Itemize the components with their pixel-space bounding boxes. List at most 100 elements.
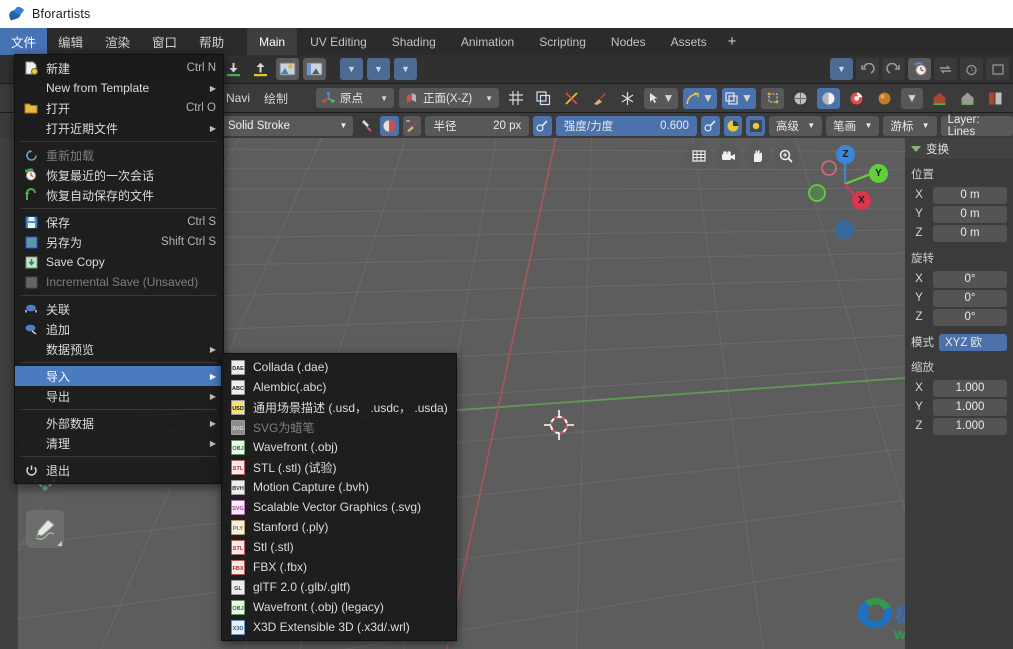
tab-uv-editing[interactable]: UV Editing bbox=[298, 28, 379, 55]
import-item-stl[interactable]: STL Stl (.stl) bbox=[222, 537, 456, 557]
view-axis-dropdown[interactable]: 正面(X-Z) ▼ bbox=[399, 88, 499, 108]
import-item-usd[interactable]: USD 通用场景描述 (.usd， .usdc， .usda) bbox=[222, 397, 456, 417]
import-submenu[interactable]: DAE Collada (.dae) ABC Alembic(.abc) USD… bbox=[221, 353, 457, 641]
grid-view-icon[interactable] bbox=[686, 143, 712, 169]
scale-row-z[interactable]: Z 1.000 bbox=[905, 417, 1007, 435]
brush-color-icon[interactable] bbox=[380, 115, 399, 136]
axis-ball-y[interactable]: Y bbox=[869, 164, 888, 183]
cursor-select-dropdown[interactable]: ▼ bbox=[644, 87, 678, 109]
file-dropdown-menu[interactable]: 新建 Ctrl N New from Template ▶ 打开 Ctrl O … bbox=[14, 54, 224, 484]
advanced-dropdown[interactable]: 高级 ▼ bbox=[768, 115, 823, 136]
brush-icon[interactable] bbox=[588, 88, 611, 109]
menu-item-save-copy[interactable]: Save Copy bbox=[15, 252, 223, 272]
import-item-fbx[interactable]: FBX FBX (.fbx) bbox=[222, 557, 456, 577]
brush-select[interactable]: Solid Stroke ▼ bbox=[222, 115, 354, 136]
import-item-gltf[interactable]: GL glTF 2.0 (.glb/.gltf) bbox=[222, 577, 456, 597]
brush-blend-icon[interactable] bbox=[402, 115, 422, 136]
axis-ball-z[interactable]: Z bbox=[836, 145, 855, 164]
menu-edit[interactable]: 编辑 bbox=[47, 28, 94, 55]
scale-x-value[interactable]: 1.000 bbox=[933, 379, 1007, 397]
import-item-wavefront-obj[interactable]: OBJ Wavefront (.obj) bbox=[222, 437, 456, 457]
curve-stroke-dropdown[interactable]: ▼ bbox=[683, 87, 717, 109]
more-options-icon[interactable] bbox=[986, 58, 1009, 80]
radius-pressure-icon[interactable] bbox=[533, 115, 552, 136]
shading-dropdown-icon[interactable]: ▼ bbox=[901, 87, 923, 109]
menu-item-recover-autosave[interactable]: 恢复自动保存的文件 bbox=[15, 185, 223, 205]
grid-snap-icon[interactable] bbox=[504, 88, 527, 109]
shading-rendered-icon[interactable] bbox=[873, 88, 896, 109]
axis-ball-x[interactable]: X bbox=[852, 191, 871, 210]
location-row-y[interactable]: Y 0 m bbox=[905, 205, 1007, 223]
rotation-row-x[interactable]: X 0° bbox=[905, 270, 1007, 288]
location-row-x[interactable]: X 0 m bbox=[905, 186, 1007, 204]
snowflake-icon[interactable] bbox=[616, 88, 639, 109]
rotation-x-value[interactable]: 0° bbox=[933, 270, 1007, 288]
repeat-last-icon[interactable] bbox=[934, 58, 957, 80]
brush-strength-field[interactable]: 强度/力度 0.600 bbox=[555, 115, 697, 136]
tab-nodes[interactable]: Nodes bbox=[599, 28, 658, 55]
viewport-menu-navi[interactable]: Navi bbox=[222, 91, 254, 105]
import-item-svg[interactable]: SVG Scalable Vector Graphics (.svg) bbox=[222, 497, 456, 517]
viewport-menu-draw[interactable]: 绘制 bbox=[260, 90, 292, 107]
xray-icon[interactable] bbox=[560, 88, 583, 109]
import-item-alembic[interactable]: ABC Alembic(.abc) bbox=[222, 377, 456, 397]
menu-item-new-from-template[interactable]: New from Template ▶ bbox=[15, 78, 223, 98]
dropdown-right-icon[interactable]: ▼ bbox=[830, 58, 853, 80]
menu-item-save-as[interactable]: 另存为 Shift Ctrl S bbox=[15, 232, 223, 252]
rotation-y-value[interactable]: 0° bbox=[933, 289, 1007, 307]
scale-y-value[interactable]: 1.000 bbox=[933, 398, 1007, 416]
axis-gizmo[interactable]: Z Y X bbox=[795, 138, 888, 239]
occlusion-icon[interactable] bbox=[746, 115, 765, 136]
menu-item-external-data[interactable]: 外部数据 ▶ bbox=[15, 413, 223, 433]
location-x-value[interactable]: 0 m bbox=[933, 186, 1007, 204]
layer-field[interactable]: Layer: Lines bbox=[940, 114, 1013, 138]
dropdown-3-icon[interactable]: ▼ bbox=[394, 58, 417, 80]
export-icon[interactable] bbox=[249, 58, 272, 80]
menu-item-append[interactable]: 追加 bbox=[15, 319, 223, 339]
rotation-mode-row[interactable]: 模式 XYZ 欧 bbox=[905, 333, 1007, 351]
render-animation-icon[interactable] bbox=[303, 58, 326, 80]
menu-item-recover-session[interactable]: 恢复最近的一次会话 bbox=[15, 165, 223, 185]
pivot-dropdown[interactable]: 原点 ▼ bbox=[316, 88, 394, 108]
draw-pencil-tool-icon[interactable] bbox=[26, 510, 64, 548]
overlay-copies-dropdown[interactable]: ▼ bbox=[722, 87, 756, 109]
location-z-value[interactable]: 0 m bbox=[933, 224, 1007, 242]
menu-item-clean-up[interactable]: 清理 ▶ bbox=[15, 433, 223, 453]
shading-solid-icon[interactable] bbox=[817, 87, 840, 109]
location-row-z[interactable]: Z 0 m bbox=[905, 224, 1007, 242]
scale-row-x[interactable]: X 1.000 bbox=[905, 379, 1007, 397]
rotation-mode-value[interactable]: XYZ 欧 bbox=[939, 333, 1007, 351]
shading-material-icon[interactable] bbox=[845, 88, 868, 109]
render-image-icon[interactable] bbox=[276, 58, 299, 80]
tab-scripting[interactable]: Scripting bbox=[527, 28, 598, 55]
tab-shading[interactable]: Shading bbox=[380, 28, 448, 55]
location-y-value[interactable]: 0 m bbox=[933, 205, 1007, 223]
import-item-stanford-ply[interactable]: PLY Stanford (.ply) bbox=[222, 517, 456, 537]
menu-file[interactable]: 文件 bbox=[0, 28, 48, 55]
scale-z-value[interactable]: 1.000 bbox=[933, 417, 1007, 435]
menu-item-new[interactable]: 新建 Ctrl N bbox=[15, 58, 223, 78]
menu-item-open[interactable]: 打开 Ctrl O bbox=[15, 98, 223, 118]
import-item-collada[interactable]: DAE Collada (.dae) bbox=[222, 357, 456, 377]
shading-wireframe-icon[interactable] bbox=[789, 88, 812, 109]
tab-main[interactable]: Main bbox=[247, 28, 298, 55]
scale-row-y[interactable]: Y 1.000 bbox=[905, 398, 1007, 416]
import-item-x3d[interactable]: X3D X3D Extensible 3D (.x3d/.wrl) bbox=[222, 617, 456, 637]
undo-history-icon[interactable] bbox=[908, 58, 931, 80]
cursor-dropdown[interactable]: 游标 ▼ bbox=[883, 115, 937, 136]
menu-item-open-recent[interactable]: 打开近期文件 ▶ bbox=[15, 118, 223, 138]
menu-item-incremental-save[interactable]: Incremental Save (Unsaved) bbox=[15, 272, 223, 292]
rotation-z-value[interactable]: 0° bbox=[933, 308, 1007, 326]
rotation-row-y[interactable]: Y 0° bbox=[905, 289, 1007, 307]
menu-item-link[interactable]: 关联 bbox=[15, 299, 223, 319]
import-item-stl-experimental[interactable]: STL STL (.stl) (试验) bbox=[222, 457, 456, 477]
onion-skin-icon[interactable] bbox=[761, 87, 784, 109]
menu-item-save[interactable]: 保存 Ctrl S bbox=[15, 212, 223, 232]
add-workspace-button[interactable]: + bbox=[720, 28, 745, 55]
strength-pressure-icon[interactable] bbox=[700, 115, 720, 136]
pin-icon[interactable] bbox=[357, 115, 377, 136]
menu-item-revert[interactable]: 重新加载 bbox=[15, 145, 223, 165]
home-red-icon[interactable] bbox=[928, 88, 951, 109]
tab-assets[interactable]: Assets bbox=[659, 28, 719, 55]
menu-window[interactable]: 窗口 bbox=[141, 28, 188, 55]
